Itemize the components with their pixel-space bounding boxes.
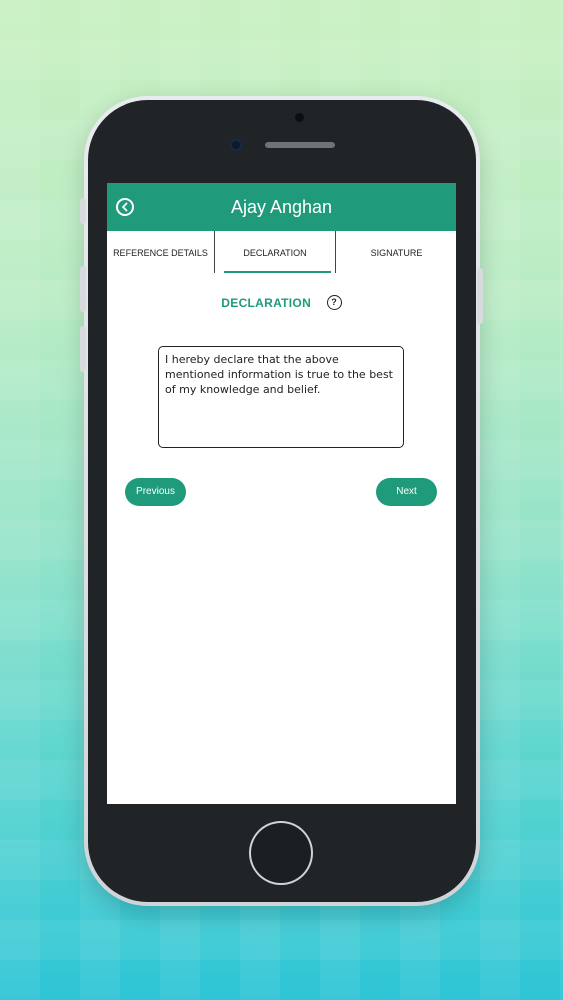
tab-label: SIGNATURE [370,248,423,258]
question-circle-icon[interactable]: ? [326,295,342,311]
app-header: Ajay Anghan [107,183,456,231]
page-title: Ajay Anghan [230,197,333,217]
front-camera-icon [229,138,243,152]
section-header: DECLARATION ? [107,295,456,311]
tab-declaration[interactable]: DECLARATION [215,231,336,273]
back-arrow-icon [122,202,128,212]
tab-signature[interactable]: SIGNATURE [336,231,456,275]
next-button[interactable]: Next [376,478,437,506]
active-tab-indicator [224,271,331,273]
earpiece-speaker [265,142,335,148]
tab-label: DECLARATION [243,248,307,258]
tab-reference-details[interactable]: REFERENCE DETAILS [107,231,215,273]
home-button[interactable] [251,823,311,883]
tab-bar: REFERENCE DETAILS DECLARATION SIGNATURE [107,231,456,275]
proximity-sensor [295,113,304,122]
declaration-text-area[interactable]: I hereby declare that the above mentione… [158,346,404,448]
app-screen: Ajay Anghan REFERENCE DETAILS DECLARATIO… [107,183,456,804]
previous-button[interactable]: Previous [125,478,186,506]
volume-down-button [80,326,86,372]
mute-switch [80,198,86,224]
section-title: DECLARATION [221,295,312,310]
back-button[interactable] [116,198,134,216]
tab-label: REFERENCE DETAILS [113,248,208,258]
volume-up-button [80,266,86,312]
power-button [477,268,483,324]
